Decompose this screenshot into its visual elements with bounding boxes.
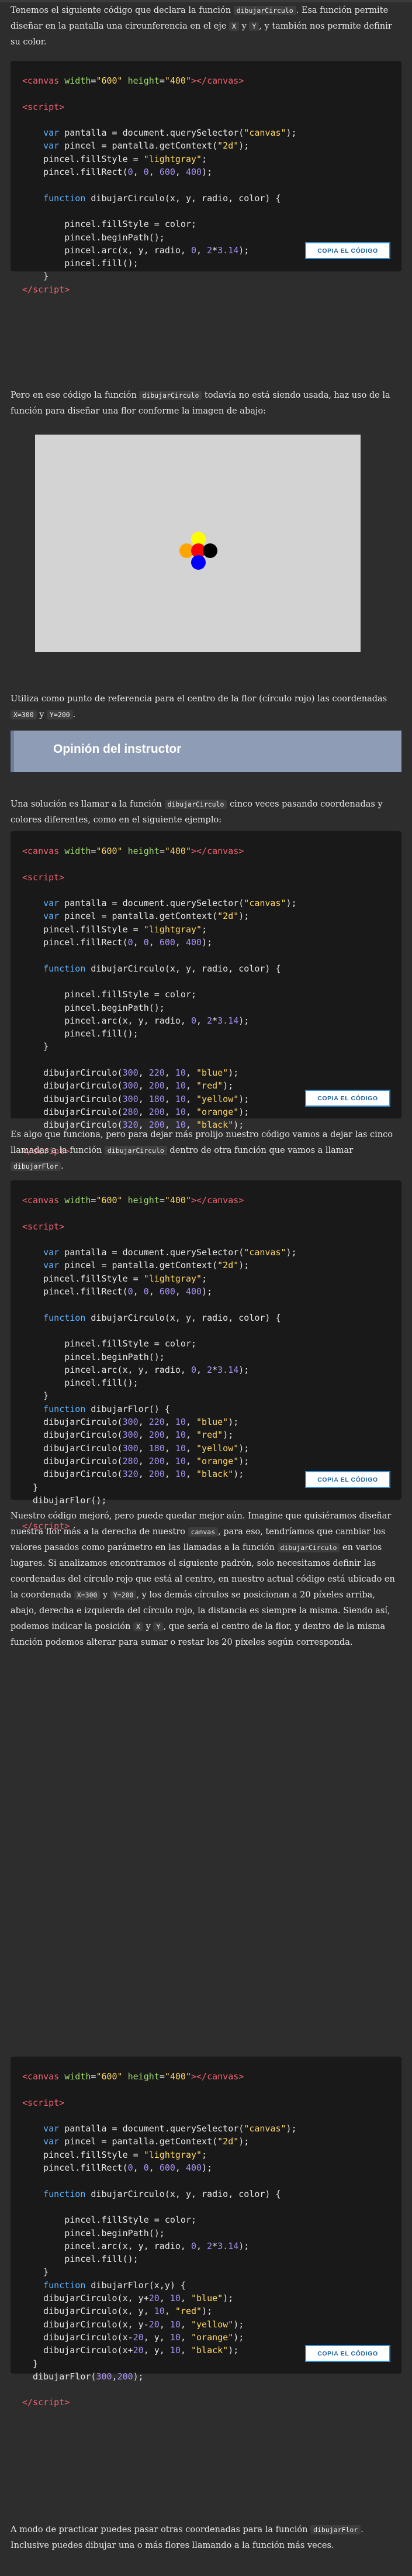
inline-code: X — [133, 1622, 143, 1631]
reference-paragraph: Utiliza como punto de referencia para el… — [11, 694, 387, 719]
code-block-1: <canvas width="600" height="400"></canva… — [11, 61, 401, 295]
copy-code-button[interactable]: COPIA EL CÓDIGO — [305, 2345, 390, 2362]
code-block-2: <canvas width="600" height="400"></canva… — [11, 831, 401, 1156]
refactor-paragraph: Es algo que funciona, pero para dejar má… — [11, 1130, 393, 1171]
practice-paragraph: A modo de practicar puedes pasar otras c… — [11, 2525, 363, 2550]
code-text: <canvas width="600" height="400"></canva… — [22, 75, 297, 295]
instructor-banner: Opinión del instructor — [11, 731, 401, 772]
code-block-4: <canvas width="600" height="400"></canva… — [11, 2057, 401, 2408]
inline-code: Y — [249, 22, 259, 31]
inline-code: dibujarFlor — [11, 1162, 61, 1171]
intro-paragraph: Tenemos el siguiente código que declara … — [11, 6, 392, 47]
inline-code: X=300 — [11, 710, 37, 719]
inline-code: X — [229, 22, 239, 31]
code-block-3: <canvas width="600" height="400"></canva… — [11, 1180, 401, 1531]
inline-code: X=300 — [74, 1590, 101, 1600]
inline-code: Y=200 — [110, 1590, 137, 1600]
inline-code: Y=200 — [47, 710, 73, 719]
code-text: <canvas width="600" height="400"></canva… — [22, 1195, 297, 1532]
code-text: <canvas width="600" height="400"></canva… — [22, 846, 297, 1156]
blue-circle — [191, 555, 206, 570]
task-paragraph: Pero en ese código la función dibujarCir… — [11, 391, 390, 416]
top-edge — [0, 0, 412, 2]
solution-paragraph: Una solución es llamar a la función dibu… — [11, 800, 383, 825]
inline-code: dibujarCirculo — [233, 6, 296, 15]
copy-code-button[interactable]: COPIA EL CÓDIGO — [305, 242, 390, 259]
copy-code-button[interactable]: COPIA EL CÓDIGO — [305, 1090, 390, 1107]
inline-code: dibujarCirculo — [139, 391, 202, 400]
inline-code: dibujarCirculo — [164, 800, 227, 809]
flower-canvas-image — [35, 435, 361, 652]
copy-code-button[interactable]: COPIA EL CÓDIGO — [305, 1471, 390, 1488]
inline-code: canvas — [188, 1527, 219, 1537]
instructor-title: Opinión del instructor — [53, 742, 182, 756]
inline-code: Y — [153, 1622, 164, 1631]
improvement-paragraph: Nuestro código mejoró, pero puede quedar… — [11, 1511, 395, 1647]
code-text: <canvas width="600" height="400"></canva… — [22, 2071, 297, 2408]
inline-code: dibujarCirculo — [277, 1543, 340, 1552]
inline-code: dibujarCirculo — [104, 1146, 167, 1155]
inline-code: dibujarFlor — [310, 2525, 361, 2534]
black-circle — [203, 543, 217, 558]
